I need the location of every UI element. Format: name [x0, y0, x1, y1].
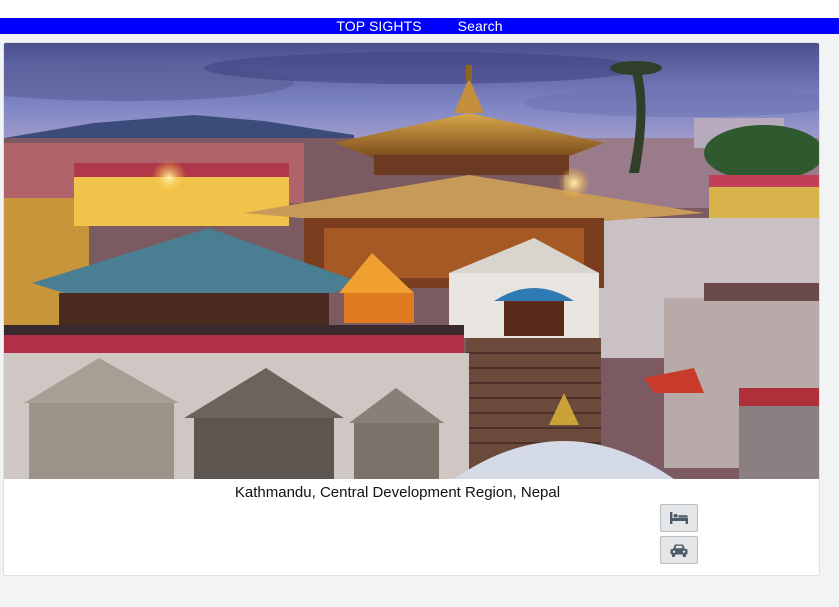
car-button[interactable]: [660, 536, 698, 564]
nav-search-link[interactable]: Search: [458, 18, 503, 34]
hotel-button[interactable]: [660, 504, 698, 532]
nav-top-sights-link[interactable]: TOP SIGHTS: [336, 18, 421, 34]
top-strip: [0, 0, 839, 18]
bed-icon: [670, 512, 688, 524]
top-navbar: TOP SIGHTS Search: [0, 18, 839, 34]
car-icon: [670, 544, 688, 557]
destination-card: Kathmandu, Central Development Region, N…: [3, 42, 820, 576]
location-caption: Kathmandu, Central Development Region, N…: [234, 484, 561, 501]
destination-photo[interactable]: [4, 43, 820, 479]
